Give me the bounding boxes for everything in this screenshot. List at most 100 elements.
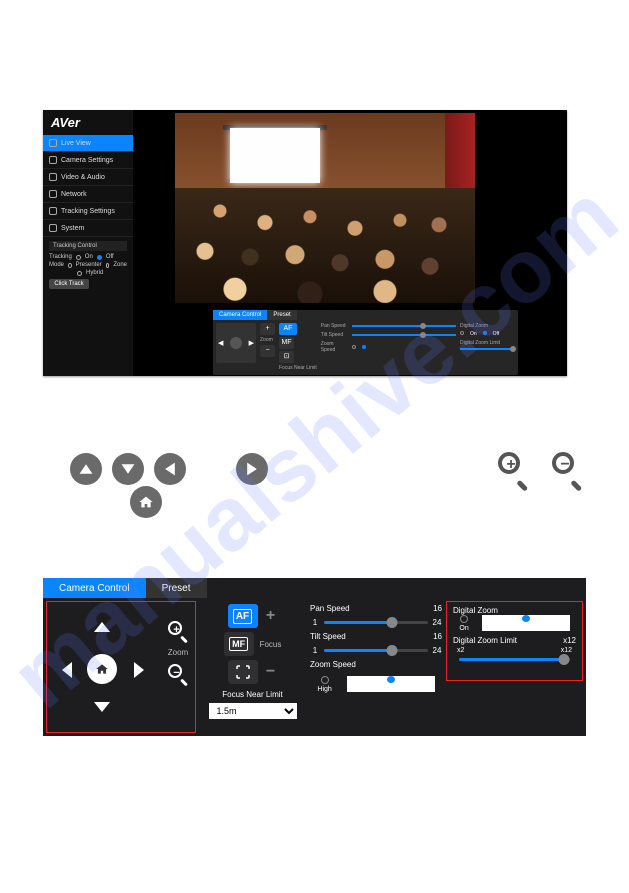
brand-logo: AVer [43, 110, 133, 135]
dzl-label: Digital Zoom Limit [460, 340, 515, 346]
digital-zoom-on-radio[interactable]: On [459, 615, 468, 632]
zoom-out-button[interactable]: − [167, 663, 189, 685]
nav-network[interactable]: Network [43, 186, 133, 203]
left-arrow-icon[interactable]: ◀ [218, 339, 223, 347]
nav-camera-settings[interactable]: Camera Settings [43, 152, 133, 169]
mode-hybrid-radio[interactable] [77, 271, 82, 276]
home-button[interactable] [130, 486, 162, 518]
tilt-speed-slider[interactable] [324, 649, 428, 652]
nav-label: Camera Settings [61, 157, 113, 164]
nav-label: Tracking Settings [61, 208, 115, 215]
mode-zone-radio[interactable] [106, 263, 110, 268]
nav-system[interactable]: System [43, 220, 133, 237]
tilt-speed-label: Tilt Speed [310, 632, 346, 641]
off-label: Off [106, 254, 114, 260]
focus-label: Focus [260, 640, 282, 649]
zoom-in-button[interactable]: + [167, 620, 189, 642]
autofocus-button[interactable]: AF [228, 604, 258, 628]
zoom-speed-label: Zoom Speed [310, 660, 356, 669]
click-track-button[interactable]: Click Track [49, 279, 89, 289]
mini-zoom-out[interactable]: − [260, 345, 275, 357]
zoom-low-radio[interactable] [362, 345, 366, 349]
dz-on-radio[interactable] [460, 331, 464, 335]
pan-up-button[interactable] [70, 453, 102, 485]
zoom-label: Zoom [260, 337, 275, 343]
off-label: Off [493, 331, 500, 337]
tilt-down-button[interactable] [92, 697, 112, 717]
network-icon [49, 190, 57, 198]
zoom-in-button[interactable]: + [496, 450, 530, 484]
tracking-on-radio[interactable] [76, 255, 81, 260]
zoom-high-radio[interactable] [352, 345, 356, 349]
zoom-speed-low-radio[interactable]: Low [347, 676, 435, 692]
tilt-label: Tilt Speed [321, 332, 349, 338]
digital-zoom-group: Digital Zoom On Off Digital Zoom Limitx1… [446, 601, 583, 681]
tilt-max: 24 [432, 646, 442, 655]
digital-zoom-label: Digital Zoom [453, 606, 576, 615]
tab-preset[interactable]: Preset [267, 310, 296, 320]
tab-preset[interactable]: Preset [146, 578, 207, 598]
right-arrow-icon[interactable]: ▶ [249, 339, 254, 347]
nav-tracking-settings[interactable]: Tracking Settings [43, 203, 133, 220]
dz-min: x2 [457, 647, 464, 654]
af-label: AF [233, 609, 252, 624]
system-icon [49, 224, 57, 232]
pan-right-button[interactable] [236, 453, 268, 485]
hybrid-label: Hybrid [86, 270, 103, 276]
dzl-slider[interactable] [460, 348, 515, 350]
dz-off-radio[interactable] [483, 331, 487, 335]
high-label: High [317, 686, 331, 693]
sidebar: AVer Live View Camera Settings Video & A… [43, 110, 133, 376]
pan-speed-slider[interactable] [324, 621, 428, 624]
pan-min: 1 [310, 618, 320, 627]
mode-presenter-radio[interactable] [68, 263, 72, 268]
tab-camera-control[interactable]: Camera Control [213, 310, 267, 320]
mini-dpad[interactable]: ◀ ▶ [216, 323, 256, 363]
one-push-focus-button[interactable] [228, 660, 258, 684]
tab-camera-control[interactable]: Camera Control [43, 578, 146, 598]
digital-zoom-off-radio[interactable]: Off [482, 615, 570, 631]
dz-label: Digital Zoom [460, 323, 515, 329]
focus-near-label: Focus Near Limit [279, 365, 317, 371]
nav-live-view[interactable]: Live View [43, 135, 133, 152]
nav-video-audio[interactable]: Video & Audio [43, 169, 133, 186]
focus-near-limit-label: Focus Near Limit [222, 690, 282, 699]
camera-icon [49, 156, 57, 164]
pan-left-button[interactable] [154, 453, 186, 485]
focus-near-limit-select[interactable]: 1.5m [209, 703, 297, 719]
tilt-slider[interactable] [352, 334, 456, 336]
tilt-up-button[interactable] [92, 617, 112, 637]
zone-label: Zone [113, 262, 127, 268]
mini-zoom-in[interactable]: + [260, 323, 275, 335]
nav-label: Network [61, 191, 87, 198]
pan-down-button[interactable] [112, 453, 144, 485]
on-label: On [85, 254, 93, 260]
pan-left-button[interactable] [57, 660, 77, 680]
tracking-off-radio[interactable] [97, 255, 102, 260]
home-button[interactable] [87, 654, 117, 684]
mf-label: MF [229, 637, 248, 651]
video-icon [49, 173, 57, 181]
pan-slider[interactable] [352, 325, 456, 327]
digital-zoom-limit-slider[interactable] [459, 658, 570, 661]
home-icon[interactable] [230, 337, 242, 349]
pan-right-button[interactable] [129, 660, 149, 680]
live-icon [49, 139, 57, 147]
zoom-label: Zoom Speed [321, 341, 349, 353]
mini-onepush-button[interactable]: ⊡ [279, 351, 294, 363]
tracking-icon [49, 207, 57, 215]
focus-minus-button[interactable]: − [264, 663, 278, 681]
zoom-out-button[interactable]: − [550, 450, 584, 484]
video-preview [175, 113, 475, 303]
zoom-label: Zoom [168, 648, 188, 657]
mini-mf-button[interactable]: MF [279, 337, 294, 349]
nav-label: Video & Audio [61, 174, 105, 181]
mini-af-button[interactable]: AF [279, 323, 297, 335]
on-label: On [459, 625, 468, 632]
mode-label: Mode [49, 262, 64, 268]
low-label: Low [384, 685, 397, 692]
digital-zoom-limit-value: x12 [563, 636, 576, 645]
focus-plus-button[interactable]: + [264, 607, 278, 625]
zoom-speed-high-radio[interactable]: High [317, 676, 331, 693]
manual-focus-button[interactable]: MF [224, 632, 254, 656]
